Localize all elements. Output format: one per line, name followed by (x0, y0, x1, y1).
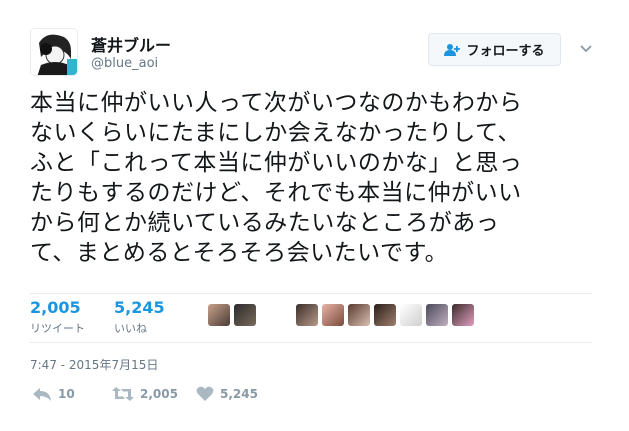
heart-icon (196, 386, 214, 401)
avatar[interactable] (400, 304, 422, 326)
follow-button[interactable]: フォローする (428, 33, 561, 66)
like-label: いいね (114, 322, 147, 335)
tweet-timestamp[interactable]: 7:47 - 2015年7月15日 (30, 356, 158, 373)
tweet-text: 本当に仲がいい人って次がいつなのかもわから ないくらいにたまにしか会えなかったり… (30, 88, 600, 268)
reply-count: 10 (58, 387, 75, 401)
tweet-line: 本当に仲がいい人って次がいつなのかもわから (30, 90, 523, 116)
avatar[interactable] (426, 304, 448, 326)
reply-button[interactable]: 10 (32, 386, 75, 402)
divider (30, 342, 592, 343)
avatar[interactable] (452, 304, 474, 326)
tweet-actions: 10 2,005 5,245 (30, 386, 330, 408)
like-count: 5,245 (114, 298, 165, 317)
tweet-line: ないくらいにたまにしか会えなかったりして、 (30, 120, 521, 146)
retweet-button[interactable]: 2,005 (112, 386, 178, 402)
like-count: 5,245 (220, 387, 258, 401)
avatar[interactable] (322, 304, 344, 326)
avatar[interactable] (296, 304, 318, 326)
tweet-line: たりもするのだけど、それでも本当に仲がいい (30, 180, 522, 206)
liker-avatars (208, 304, 256, 326)
like-stat[interactable]: 5,245 いいね (114, 298, 165, 336)
like-button[interactable]: 5,245 (196, 386, 258, 402)
avatar[interactable] (30, 28, 78, 76)
add-user-icon (444, 43, 461, 56)
retweet-icon (112, 387, 134, 401)
display-name[interactable]: 蒼井ブルー (91, 32, 171, 56)
tweet-header: 蒼井ブルー @blue_aoi フォローする (30, 28, 600, 78)
retweet-stat[interactable]: 2,005 リツイート (30, 298, 85, 336)
follow-button-label: フォローする (466, 44, 545, 59)
tweet-stats: 2,005 リツイート 5,245 いいね (30, 294, 600, 342)
chevron-down-icon[interactable] (578, 40, 594, 56)
retweet-label: リツイート (30, 322, 85, 335)
avatar[interactable] (208, 304, 230, 326)
tweet-line: ふと「これって本当に仲がいいのかな」と思っ (30, 150, 523, 176)
tweet-line: て、まとめるとそろそろ会いたいです。 (30, 240, 449, 266)
avatar[interactable] (348, 304, 370, 326)
retweet-count: 2,005 (140, 387, 178, 401)
screen-name[interactable]: @blue_aoi (91, 56, 158, 71)
avatar[interactable] (234, 304, 256, 326)
retweet-count: 2,005 (30, 298, 81, 317)
reply-icon (33, 388, 51, 401)
liker-avatars (296, 304, 474, 326)
tweet-line: から何とか続いているみたいなところがあっ (30, 210, 500, 236)
avatar[interactable] (374, 304, 396, 326)
